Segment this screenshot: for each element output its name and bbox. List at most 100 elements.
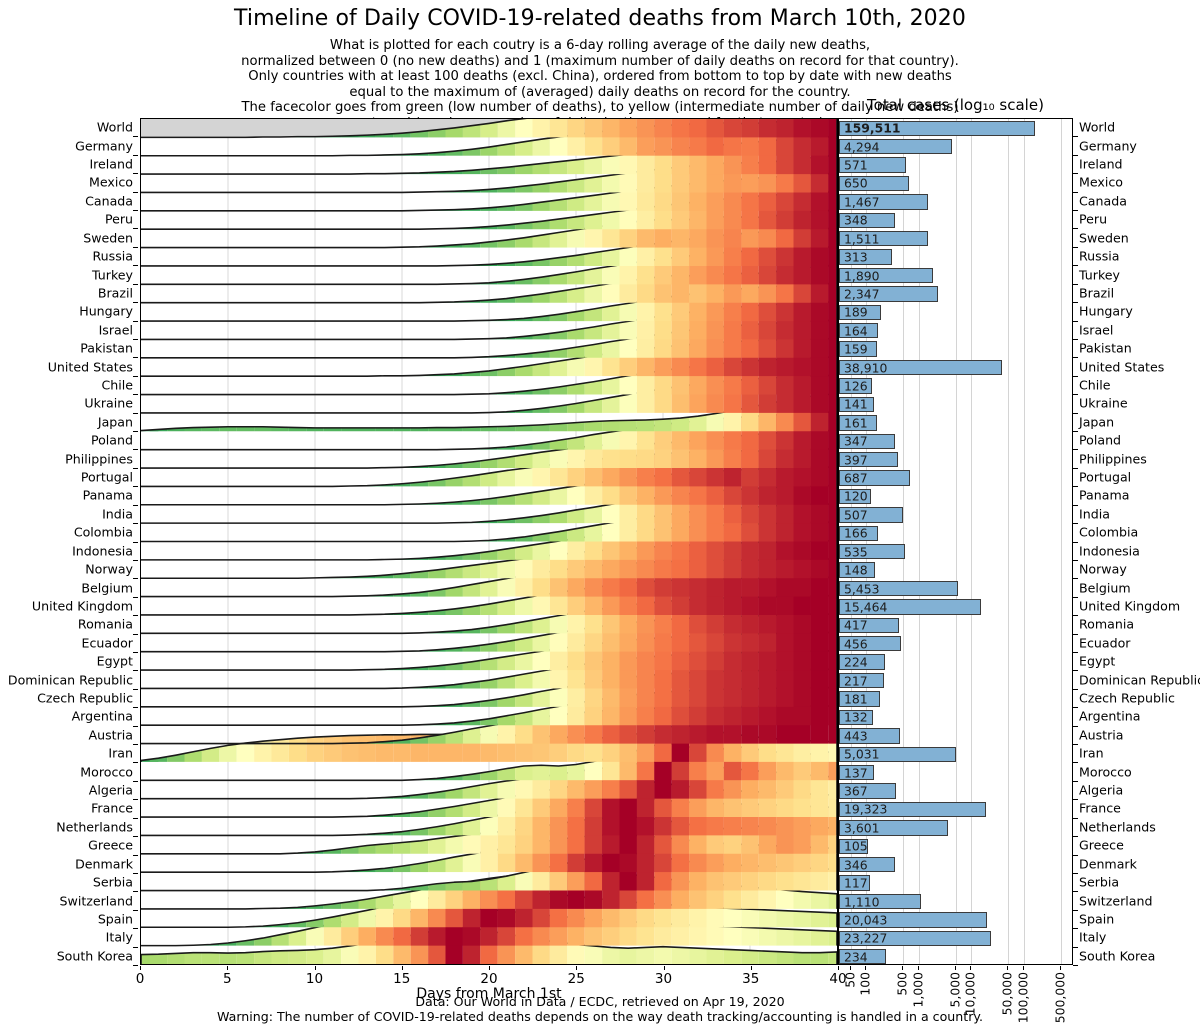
bar-row-label: Dominican Republic [1079,672,1200,688]
axis-tick [1073,431,1078,433]
bar-row[interactable]: 23,227 [839,929,1072,947]
bar-row[interactable]: 1,511 [839,229,1072,247]
footer-block: Data: Our World in Data / ECDC, retrieve… [0,994,1200,1024]
bar-row[interactable]: 456 [839,635,1072,653]
bar-row[interactable]: 397 [839,450,1072,468]
axis-tick [750,966,752,970]
bar-row[interactable]: 367 [839,782,1072,800]
axis-tick [1073,338,1078,340]
bar-row[interactable]: 417 [839,616,1072,634]
ridgeline-row-label: Peru [104,211,133,227]
ridgeline-row-label: Ecuador [81,635,133,651]
axis-tick [1073,283,1078,285]
bar-row[interactable]: 126 [839,377,1072,395]
total-cases-value: 161 [844,415,868,431]
bar-row[interactable]: 38,910 [839,358,1072,376]
bar-row[interactable]: 571 [839,156,1072,174]
total-cases-value: 164 [844,323,868,339]
total-cases-value: 1,110 [844,894,880,910]
total-cases-value: 3,601 [844,820,880,836]
bar-row[interactable]: 347 [839,432,1072,450]
bar-row[interactable]: 217 [839,671,1072,689]
axis-tick [133,541,138,543]
axis-tick [133,559,138,561]
bar-row[interactable]: 1,890 [839,266,1072,284]
total-cases-bar-chart: 159,511 4,294 571 650 1,467 348 1,511 313 1,890 2… [838,118,1073,965]
bar-row-label: Austria [1079,727,1124,743]
bar-row[interactable]: 346 [839,856,1072,874]
bar-row[interactable]: 15,464 [839,598,1072,616]
ridgeline-row-label: Algeria [88,782,133,798]
bar-row-label: Ireland [1079,156,1123,172]
ridgeline-row-label: Colombia [73,524,133,540]
bar-row[interactable]: 20,043 [839,911,1072,929]
bar-row[interactable]: 535 [839,543,1072,561]
bar-row[interactable]: 3,601 [839,819,1072,837]
bar-row[interactable]: 159,511 [839,119,1072,137]
axis-tick [1073,320,1078,322]
axis-tick [1073,854,1078,856]
bar-row[interactable]: 117 [839,874,1072,892]
bar-row[interactable]: 137 [839,763,1072,781]
axis-tick-label: 10 [305,971,324,987]
total-cases-value: 38,910 [844,360,888,376]
axis-tick-label: 0 [135,971,145,987]
axis-tick-label: 30 [654,971,673,987]
axis-tick [133,449,138,451]
bar-row[interactable]: 105 [839,837,1072,855]
footer-line: Data: Our World in Data / ECDC, retrieve… [415,994,785,1009]
bar-row[interactable]: 164 [839,322,1072,340]
total-cases-value: 347 [844,433,868,449]
bar-row[interactable]: 4,294 [839,137,1072,155]
bar-row[interactable]: 650 [839,174,1072,192]
bar-row[interactable]: 120 [839,487,1072,505]
bar-row[interactable]: 141 [839,395,1072,413]
ridgeline-row-label: Pakistan [80,340,133,356]
bar-row[interactable]: 19,323 [839,800,1072,818]
axis-tick-label: 25 [567,971,585,987]
axis-tick [1073,302,1078,304]
bar-row[interactable]: 159 [839,340,1072,358]
axis-tick [917,966,919,970]
axis-tick [133,136,138,138]
total-cases-value: 224 [844,654,868,670]
bar-row-label: Spain [1079,911,1115,927]
ridgeline-row-label: Turkey [92,267,133,282]
bar-row-label: Portugal [1079,469,1132,485]
bar-row[interactable]: 189 [839,303,1072,321]
axis-tick [1073,412,1078,414]
axis-tick [1073,762,1078,764]
bar-row[interactable]: 166 [839,524,1072,542]
axis-tick [133,246,138,248]
bar-row-label: Germany [1079,138,1137,154]
axis-tick [133,486,138,488]
bar-row[interactable]: 234 [839,948,1072,964]
ridgeline-svg [141,119,837,964]
bar-row[interactable]: 2,347 [839,285,1072,303]
subtitle-line: What is plotted for each coutry is a 6-d… [329,38,871,53]
bar-row[interactable]: 148 [839,561,1072,579]
bar-row[interactable]: 5,453 [839,579,1072,597]
bar-row[interactable]: 443 [839,727,1072,745]
total-cases-value: 650 [844,175,868,191]
bar-row[interactable]: 313 [839,248,1072,266]
bar-row[interactable]: 1,110 [839,892,1072,910]
ridgeline-row-label: Norway [85,561,133,577]
bar-row-label: Netherlands [1079,819,1156,835]
bar-row[interactable]: 687 [839,469,1072,487]
bar-row[interactable]: 181 [839,690,1072,708]
ridgeline-row-label: France [91,800,133,816]
bar-row[interactable]: 132 [839,708,1072,726]
axis-tick [133,191,138,193]
bar-row[interactable]: 161 [839,414,1072,432]
bar-row[interactable]: 224 [839,653,1072,671]
bar-row[interactable]: 348 [839,211,1072,229]
axis-tick [1073,154,1078,156]
total-cases-value: 137 [844,765,868,781]
bar-row[interactable]: 5,031 [839,745,1072,763]
total-cases-value: 4,294 [844,139,880,155]
bar-row[interactable]: 1,467 [839,193,1072,211]
axis-tick [1073,523,1078,525]
axis-tick [133,744,138,746]
bar-row[interactable]: 507 [839,506,1072,524]
